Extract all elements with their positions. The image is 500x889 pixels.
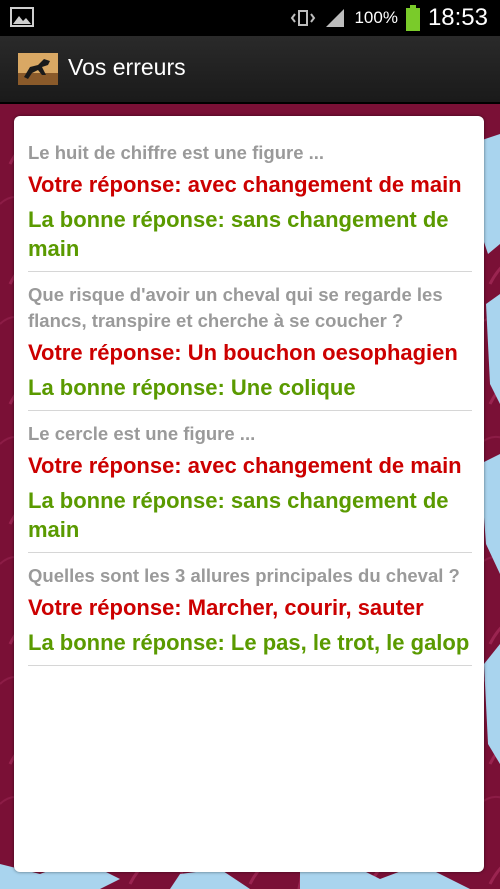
horse-app-icon[interactable]: [18, 53, 58, 85]
action-bar: Vos erreurs: [0, 36, 500, 104]
your-answer-text: Votre réponse: Marcher, courir, sauter: [28, 595, 424, 620]
correct-answer-text: La bonne réponse: sans changement de mai…: [28, 207, 449, 261]
errors-card: Le huit de chiffre est une figure ... Vo…: [14, 116, 484, 872]
correct-answer-text: La bonne réponse: sans changement de mai…: [28, 488, 449, 542]
battery-icon: [405, 5, 420, 31]
battery-percent: 100%: [354, 8, 398, 27]
status-right: 100% 18:53: [290, 0, 488, 36]
image-icon: [10, 7, 34, 27]
your-answer-text: Votre réponse: avec changement de main: [28, 172, 462, 197]
page-title: Vos erreurs: [68, 54, 186, 80]
question-text: Le huit de chiffre est une figure ...: [28, 142, 325, 163]
your-answer-text: Votre réponse: avec changement de main: [28, 453, 462, 478]
list-item: Le cercle est une figure ... Votre répon…: [28, 421, 472, 553]
errors-list[interactable]: Le huit de chiffre est une figure ... Vo…: [28, 140, 472, 676]
list-item: Que risque d'avoir un cheval qui se rega…: [28, 282, 472, 411]
correct-answer-text: La bonne réponse: Le pas, le trot, le ga…: [28, 630, 470, 655]
list-item: Le huit de chiffre est une figure ... Vo…: [28, 140, 472, 272]
list-item: Quelles sont les 3 allures principales d…: [28, 563, 472, 666]
signal-icon: [326, 9, 345, 27]
clock: 18:53: [427, 4, 488, 31]
correct-answer-text: La bonne réponse: Une colique: [28, 375, 356, 400]
vibrate-icon: [291, 10, 316, 26]
status-bar: 100% 18:53: [0, 0, 500, 36]
question-text: Quelles sont les 3 allures principales d…: [28, 565, 460, 586]
question-text: Que risque d'avoir un cheval qui se rega…: [28, 284, 443, 331]
question-text: Le cercle est une figure ...: [28, 423, 256, 444]
your-answer-text: Votre réponse: Un bouchon oesophagien: [28, 340, 458, 365]
